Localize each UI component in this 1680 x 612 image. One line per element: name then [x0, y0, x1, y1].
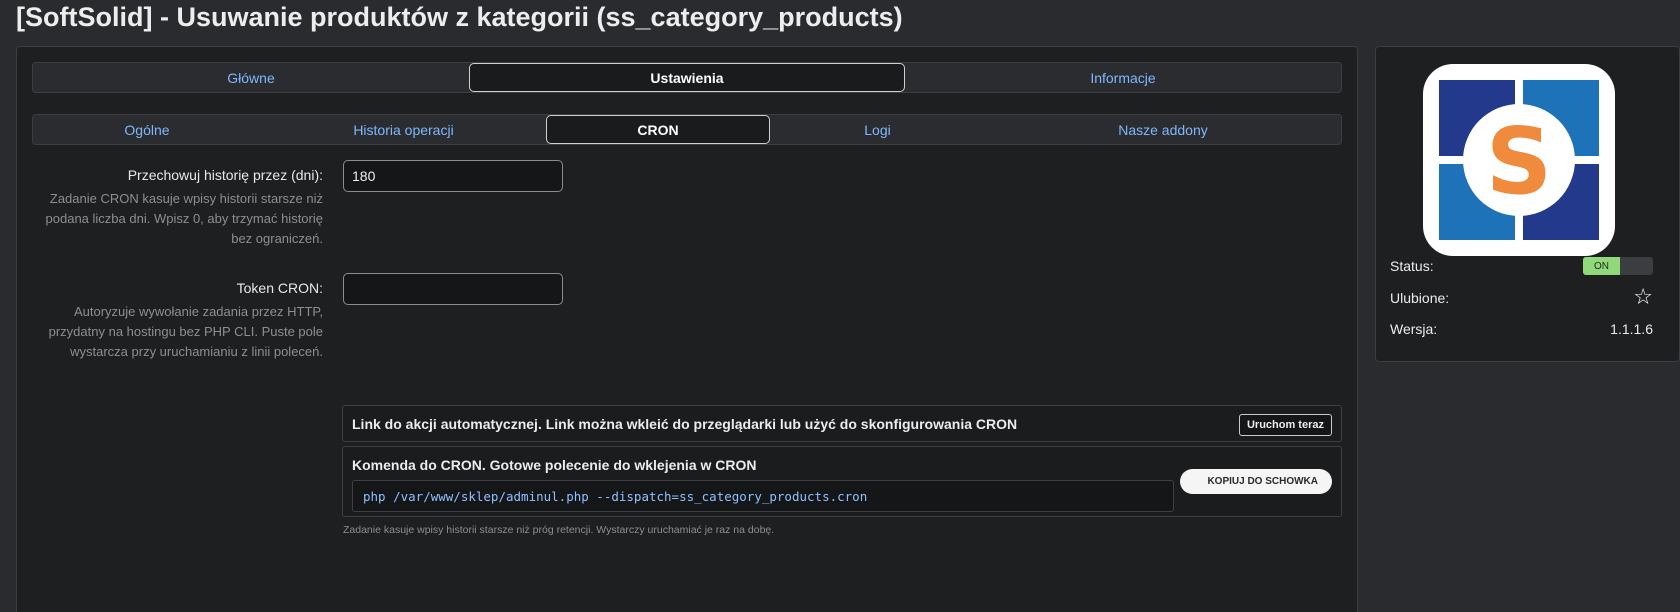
- version-row: Wersja: 1.1.1.6: [1390, 321, 1653, 337]
- main-tabs: Główne Ustawienia Informacje: [32, 62, 1342, 93]
- history-days-input[interactable]: [343, 160, 563, 192]
- status-row: Status: ON: [1390, 257, 1653, 275]
- svg-text:S: S: [1486, 108, 1552, 215]
- tab-ustawienia[interactable]: Ustawienia: [469, 63, 905, 92]
- cron-footnote: Zadanie kasuje wpisy historii starsze ni…: [343, 524, 775, 536]
- status-label: Status:: [1390, 258, 1434, 274]
- run-now-button[interactable]: Uruchom teraz: [1238, 414, 1332, 436]
- subtab-logi[interactable]: Logi: [770, 115, 985, 144]
- version-label: Wersja:: [1390, 321, 1438, 337]
- copy-to-clipboard-button[interactable]: KOPIUJ DO SCHOWKA: [1180, 469, 1332, 494]
- cron-token-input[interactable]: [343, 273, 563, 305]
- favorite-label: Ulubione:: [1390, 290, 1450, 306]
- token-label: Token CRON:: [236, 280, 323, 296]
- status-toggle[interactable]: ON: [1583, 257, 1653, 275]
- sub-tabs: Ogólne Historia operacji CRON Logi Nasze…: [32, 114, 1342, 145]
- cron-command-box: Komenda do CRON. Gotowe polecenie do wkl…: [342, 446, 1342, 517]
- tab-informacje[interactable]: Informacje: [905, 63, 1341, 92]
- cron-command-title: Komenda do CRON. Gotowe polecenie do wkl…: [352, 457, 757, 473]
- settings-panel: Główne Ustawienia Informacje Ogólne Hist…: [16, 46, 1358, 612]
- addon-info-panel: S Status: ON Ulubione: ☆ Wersja: 1.1.1.6: [1375, 46, 1680, 362]
- cron-link-title: Link do akcji automatycznej. Link można …: [352, 416, 1018, 432]
- cron-link-box: Link do akcji automatycznej. Link można …: [342, 405, 1342, 442]
- cron-command-code[interactable]: php /var/www/sklep/adminul.php --dispatc…: [352, 480, 1174, 512]
- history-help: Zadanie CRON kasuje wpisy historii stars…: [45, 191, 323, 246]
- status-on-label: ON: [1583, 257, 1620, 275]
- subtab-historia-operacji[interactable]: Historia operacji: [261, 115, 546, 144]
- softsolid-logo: S: [1423, 64, 1615, 256]
- token-field-block: Token CRON: Autoryzuje wywołanie zadania…: [32, 280, 323, 390]
- page-title: [SoftSolid] - Usuwanie produktów z kateg…: [16, 2, 903, 32]
- subtab-ogolne[interactable]: Ogólne: [33, 115, 261, 144]
- subtab-cron[interactable]: CRON: [546, 115, 770, 144]
- star-outline-icon[interactable]: ☆: [1633, 287, 1653, 309]
- version-value: 1.1.1.6: [1610, 321, 1653, 337]
- tab-glowne[interactable]: Główne: [33, 63, 469, 92]
- token-help: Autoryzuje wywołanie zadania przez HTTP,…: [48, 304, 323, 359]
- history-field-block: Przechowuj historię przez (dni): Zadanie…: [32, 167, 323, 267]
- subtab-nasze-addony[interactable]: Nasze addony: [985, 115, 1341, 144]
- favorite-row: Ulubione: ☆: [1390, 287, 1653, 309]
- history-label: Przechowuj historię przez (dni):: [127, 167, 323, 183]
